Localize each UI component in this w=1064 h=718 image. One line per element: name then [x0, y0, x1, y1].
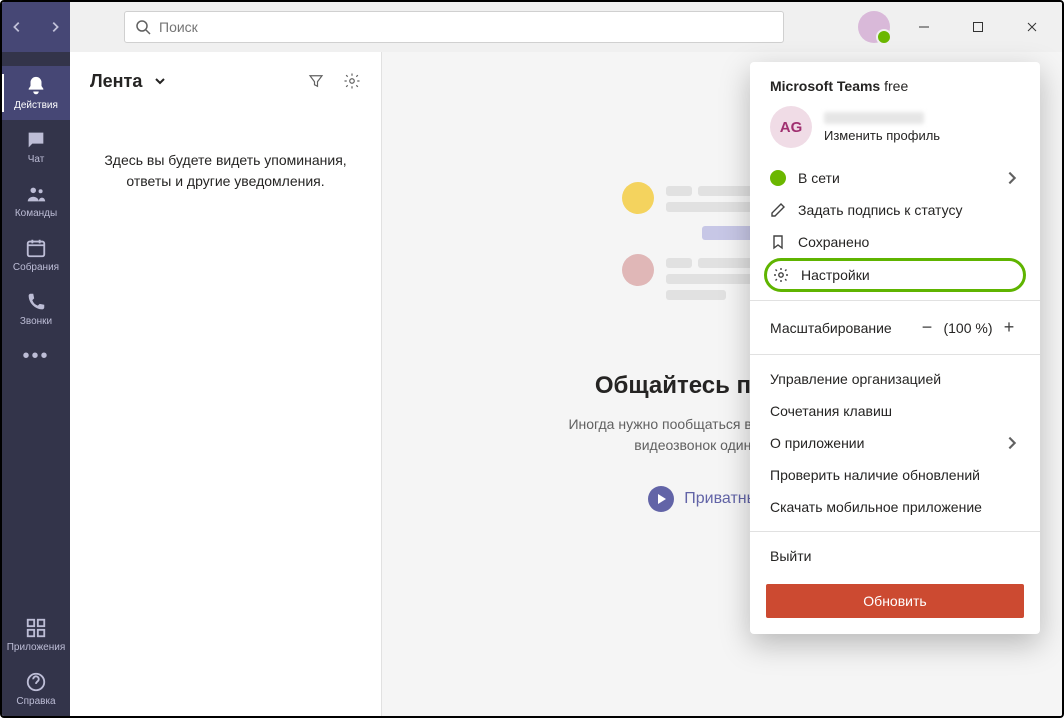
menu-sign-out[interactable]: Выйти [750, 540, 1040, 572]
window-minimize-button[interactable] [904, 7, 944, 47]
rail-meetings[interactable]: Собрания [2, 228, 70, 282]
apps-icon [25, 617, 47, 639]
chevron-down-icon[interactable] [154, 75, 166, 87]
upgrade-button[interactable]: Обновить [766, 584, 1024, 618]
menu-zoom: Масштабирование − (100 %) + [750, 309, 1040, 346]
rail-more-button[interactable]: ••• [22, 336, 49, 376]
user-name-redacted [824, 112, 924, 124]
rail-activity[interactable]: Действия [2, 66, 70, 120]
rail-help-label: Справка [16, 696, 55, 707]
teams-icon [25, 183, 47, 205]
menu-manage-org-label: Управление организацией [770, 371, 941, 387]
change-profile-link[interactable]: Изменить профиль [824, 128, 940, 143]
rail-help[interactable]: Справка [2, 662, 70, 716]
zoom-out-button[interactable]: − [916, 317, 938, 338]
feed-title[interactable]: Лента [90, 71, 142, 92]
menu-download-mobile[interactable]: Скачать мобильное приложение [750, 491, 1040, 523]
window-maximize-button[interactable] [958, 7, 998, 47]
feed-panel: Лента Здесь вы будете видеть упоминания,… [70, 52, 382, 716]
menu-download-mobile-label: Скачать мобильное приложение [770, 499, 982, 515]
menu-avatar: AG [770, 106, 812, 148]
edit-icon [770, 202, 786, 218]
menu-about[interactable]: О приложении [750, 427, 1040, 459]
zoom-label: Масштабирование [770, 320, 916, 336]
gear-icon [773, 267, 789, 283]
rail-activity-label: Действия [14, 100, 58, 111]
status-available-icon [770, 170, 786, 186]
chevron-right-icon [1004, 435, 1020, 451]
rail-meetings-label: Собрания [13, 262, 59, 273]
gear-icon[interactable] [343, 72, 361, 90]
zoom-percent: (100 %) [938, 320, 998, 336]
menu-set-status-label: Задать подпись к статусу [798, 202, 962, 218]
menu-status[interactable]: В сети [750, 162, 1040, 194]
nav-back-button[interactable] [3, 13, 31, 41]
profile-avatar[interactable] [858, 11, 890, 43]
upgrade-label: Обновить [863, 593, 926, 609]
menu-set-status-message[interactable]: Задать подпись к статусу [750, 194, 1040, 226]
menu-status-label: В сети [798, 170, 840, 186]
search-icon [135, 19, 151, 35]
rail-chat[interactable]: Чат [2, 120, 70, 174]
menu-saved-label: Сохранено [798, 234, 869, 250]
menu-check-updates-label: Проверить наличие обновлений [770, 467, 980, 483]
menu-about-label: О приложении [770, 435, 864, 451]
chevron-right-icon [1004, 170, 1020, 186]
phone-icon [25, 291, 47, 313]
search-input[interactable] [159, 19, 773, 35]
feed-empty-text: Здесь вы будете видеть упоминания, ответ… [70, 110, 381, 232]
rail-calls-label: Звонки [20, 316, 52, 327]
nav-forward-button[interactable] [41, 13, 69, 41]
menu-shortcuts[interactable]: Сочетания клавиш [750, 395, 1040, 427]
bell-icon [25, 75, 47, 97]
bookmark-icon [770, 234, 786, 250]
rail-teams-label: Команды [15, 208, 57, 219]
menu-profile-row[interactable]: AG Изменить профиль [750, 106, 1040, 162]
menu-check-updates[interactable]: Проверить наличие обновлений [750, 459, 1040, 491]
help-icon [25, 671, 47, 693]
menu-saved[interactable]: Сохранено [750, 226, 1040, 258]
rail-calls[interactable]: Звонки [2, 282, 70, 336]
profile-menu: Microsoft Teams free AG Изменить профиль… [750, 62, 1040, 634]
menu-title: Microsoft Teams free [750, 78, 1040, 106]
rail-chat-label: Чат [28, 154, 45, 165]
search-box[interactable] [124, 11, 784, 43]
app-rail: Действия Чат Команды Собрания Звонки ••• [2, 52, 70, 716]
rail-teams[interactable]: Команды [2, 174, 70, 228]
menu-sign-out-label: Выйти [770, 548, 811, 564]
rail-apps-label: Приложения [7, 642, 66, 653]
chat-icon [25, 129, 47, 151]
window-close-button[interactable] [1012, 7, 1052, 47]
calendar-icon [25, 237, 47, 259]
play-icon [648, 486, 674, 512]
zoom-in-button[interactable]: + [998, 317, 1020, 338]
menu-shortcuts-label: Сочетания клавиш [770, 403, 892, 419]
menu-manage-org[interactable]: Управление организацией [750, 363, 1040, 395]
rail-apps[interactable]: Приложения [2, 608, 70, 662]
menu-settings-label: Настройки [801, 267, 870, 283]
menu-settings[interactable]: Настройки [773, 267, 1017, 283]
filter-icon[interactable] [307, 72, 325, 90]
